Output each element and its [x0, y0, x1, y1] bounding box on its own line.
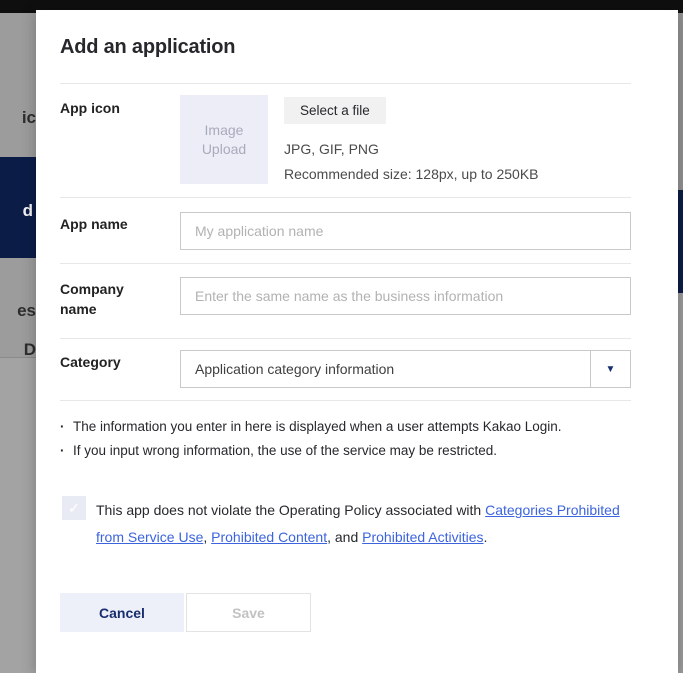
chevron-down-icon: ▼: [606, 364, 616, 375]
note-item: If you input wrong information, the use …: [60, 439, 562, 463]
background-text-fragment: d: [23, 201, 33, 221]
background-navy-banner: d: [0, 157, 36, 258]
divider: [60, 263, 631, 264]
app-icon-label: App icon: [60, 98, 160, 118]
company-name-input[interactable]: [180, 277, 631, 315]
background-lower-section: [0, 358, 36, 673]
company-name-label: Company name: [60, 279, 160, 319]
divider: [60, 338, 631, 339]
select-file-button[interactable]: Select a file: [284, 97, 386, 124]
policy-text-segment: .: [484, 529, 488, 545]
recommended-size-text: Recommended size: 128px, up to 250KB: [284, 166, 539, 182]
background-text-fragment: es: [17, 301, 36, 321]
category-select-arrow-cell[interactable]: ▼: [590, 351, 630, 387]
background-lower-section: [678, 293, 683, 673]
image-upload-placeholder: Image: [205, 121, 244, 140]
category-select-value: Application category information: [181, 361, 590, 377]
policy-text-segment: ,: [203, 529, 211, 545]
background-text-fragment: ic: [22, 108, 36, 128]
divider: [60, 400, 631, 401]
background-navy-banner: [678, 190, 683, 293]
policy-link[interactable]: Prohibited Content: [211, 529, 327, 545]
policy-link[interactable]: Prohibited Activities: [362, 529, 483, 545]
add-application-modal: Add an application App icon Image Upload…: [36, 10, 678, 673]
policy-text-segment: This app does not violate the Operating …: [96, 502, 485, 518]
divider: [60, 197, 631, 198]
note-item: The information you enter in here is dis…: [60, 415, 562, 439]
save-button[interactable]: Save: [186, 593, 311, 632]
cancel-button[interactable]: Cancel: [60, 593, 184, 632]
dimmed-page-left-edge: ic d es D: [0, 13, 36, 673]
image-upload-dropzone[interactable]: Image Upload: [180, 95, 268, 184]
check-icon: ✓: [68, 500, 80, 517]
dimmed-page-right-edge: [678, 13, 683, 673]
info-notes: The information you enter in here is dis…: [60, 415, 562, 463]
category-label: Category: [60, 352, 160, 372]
divider: [60, 83, 631, 84]
category-select[interactable]: Application category information ▼: [180, 350, 631, 388]
app-name-label: App name: [60, 214, 160, 234]
policy-checkbox[interactable]: ✓: [62, 496, 86, 520]
allowed-formats-text: JPG, GIF, PNG: [284, 141, 379, 157]
policy-text: This app does not violate the Operating …: [96, 497, 630, 551]
image-upload-placeholder: Upload: [202, 140, 246, 159]
modal-title: Add an application: [60, 36, 235, 59]
policy-text-segment: , and: [327, 529, 362, 545]
app-name-input[interactable]: [180, 212, 631, 250]
